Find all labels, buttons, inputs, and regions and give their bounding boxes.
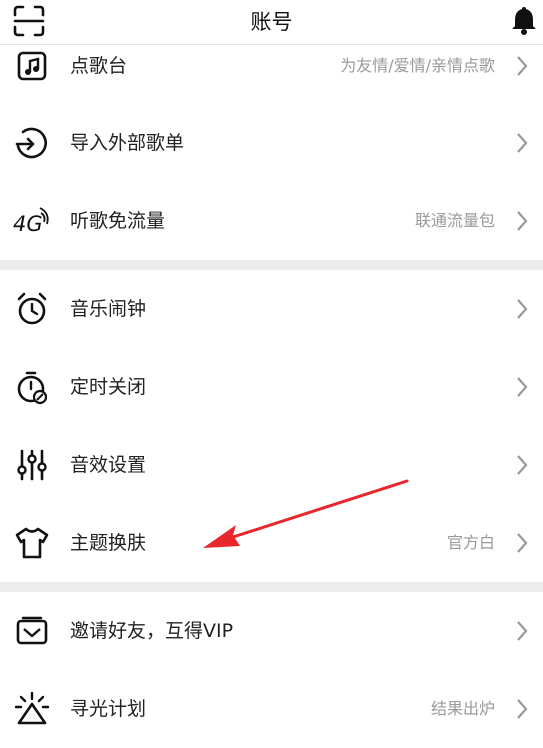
chevron-right-icon [517, 299, 528, 319]
list-item-sub: 官方白 [446, 533, 495, 552]
equalizer-icon [17, 449, 47, 481]
tshirt-icon [15, 527, 49, 559]
list-item-sub: 为友情/爱情/亲情点歌 [340, 56, 495, 75]
chevron-right-icon [517, 533, 528, 553]
page-title: 账号 [250, 10, 293, 34]
header-divider [0, 44, 543, 45]
top-bar: 账号 [0, 0, 543, 44]
list-item-label: 音效设置 [70, 454, 147, 476]
chevron-right-icon [517, 455, 528, 475]
svg-text:4G: 4G [13, 212, 43, 236]
list-item-label: 音乐闹钟 [70, 298, 147, 320]
list-item-music-alarm[interactable]: 音乐闹钟 [0, 270, 543, 348]
chevron-right-icon [517, 56, 528, 76]
list-item-free-data[interactable]: 4G 听歌免流量 联通流量包 [0, 182, 543, 260]
song-request-icon [17, 51, 47, 81]
chevron-right-icon [517, 377, 528, 397]
list-item-label: 导入外部歌单 [70, 132, 185, 154]
4g-icon: 4G [13, 207, 49, 236]
timer-icon [17, 371, 48, 405]
invite-icon [16, 616, 48, 645]
section-separator [0, 260, 543, 270]
list-item-label: 寻光计划 [70, 698, 147, 720]
list-item-sub: 联通流量包 [414, 211, 495, 230]
chevron-right-icon [517, 699, 528, 719]
list-item-light-plan[interactable]: 寻光计划 结果出炉 [0, 670, 543, 748]
alarm-clock-icon [17, 292, 47, 325]
list-item-sleep-timer[interactable]: 定时关闭 [0, 348, 543, 426]
bell-icon[interactable] [508, 4, 540, 36]
list-item-import-playlist[interactable]: 导入外部歌单 [0, 104, 543, 182]
list-item-invite-friends[interactable]: 邀请好友，互得VIP [0, 592, 543, 670]
chevron-right-icon [517, 211, 528, 231]
list-item-label: 邀请好友，互得VIP [70, 620, 234, 642]
list-item-sub: 结果出炉 [430, 699, 495, 718]
list-item-label: 定时关闭 [70, 376, 147, 398]
list-item-sound-effects[interactable]: 音效设置 [0, 426, 543, 504]
list-item-label: 主题换肤 [70, 532, 147, 554]
section-separator [0, 582, 543, 592]
list-item-label: 点歌台 [70, 55, 128, 77]
sparkle-icon [14, 691, 50, 725]
chevron-right-icon [517, 133, 528, 153]
chevron-right-icon [517, 621, 528, 641]
list-item-theme-skin[interactable]: 主题换肤 官方白 [0, 504, 543, 582]
import-icon [15, 127, 47, 159]
list-item-label: 听歌免流量 [70, 210, 166, 232]
